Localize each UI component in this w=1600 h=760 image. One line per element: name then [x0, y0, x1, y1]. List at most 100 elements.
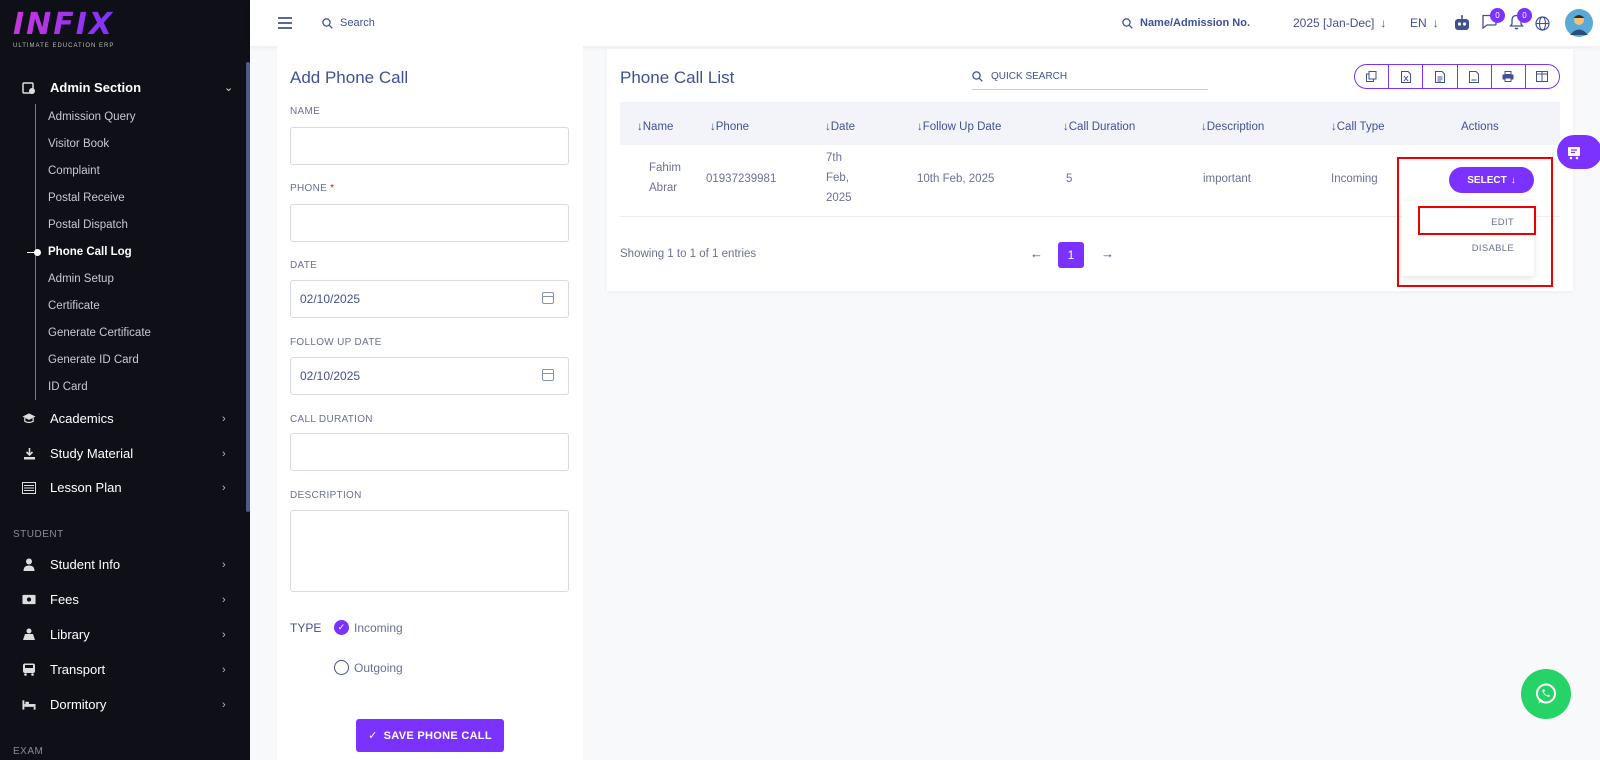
excel-button[interactable] [1389, 65, 1424, 88]
sidebar-item-certificate[interactable]: Certificate [48, 300, 100, 312]
logo[interactable]: INFIX ULTIMATE EDUCATION ERP [13, 7, 115, 50]
page-button-current[interactable]: 1 [1058, 242, 1084, 268]
column-header-phone[interactable]: ↓Phone [710, 121, 749, 133]
sidebar-item-transport[interactable]: Transport › [22, 662, 226, 677]
pdf-button[interactable] [1458, 65, 1492, 88]
sidebar-item-library[interactable]: Library › [22, 627, 226, 642]
required-mark: * [330, 183, 335, 194]
column-header-call-type[interactable]: ↓Call Type [1331, 121, 1384, 133]
language-select[interactable]: EN ↓ [1410, 0, 1439, 46]
arrow-down-icon: ↓ [1432, 16, 1439, 30]
type-incoming-radio[interactable]: ✓ [334, 620, 349, 635]
sidebar: INFIX ULTIMATE EDUCATION ERP Admin Secti… [0, 0, 250, 760]
cell-description: important [1203, 173, 1251, 185]
sidebar-item-admin-setup[interactable]: Admin Setup [48, 273, 114, 285]
chevron-right-icon: › [222, 698, 226, 711]
global-search[interactable]: Search [322, 0, 375, 46]
chat-button[interactable]: 0 [1481, 0, 1505, 46]
chevron-right-icon: › [222, 663, 226, 676]
hamburger-menu-button[interactable] [278, 0, 292, 46]
sidebar-item-label: Admin Section [50, 80, 142, 95]
sidebar-item-lesson-plan[interactable]: Lesson Plan › [22, 480, 226, 495]
column-header-description[interactable]: ↓Description [1201, 121, 1264, 133]
sidebar-item-dormitory[interactable]: Dormitory › [22, 697, 226, 712]
sidebar-item-complaint[interactable]: Complaint [48, 165, 100, 177]
column-header-call-duration[interactable]: ↓Call Duration [1063, 121, 1135, 133]
type-incoming-label[interactable]: Incoming [354, 621, 403, 635]
name-input[interactable] [290, 127, 569, 165]
export-button-group [1354, 64, 1560, 89]
sidebar-item-label: Study Material [50, 446, 134, 461]
phone-input[interactable] [290, 204, 569, 242]
sidebar-item-generate-id-card[interactable]: Generate ID Card [48, 354, 139, 366]
quick-search-input[interactable]: QUICK SEARCH [972, 64, 1208, 90]
cell-phone: 01937239981 [706, 173, 777, 185]
floating-cart-button[interactable] [1557, 135, 1600, 169]
chevron-right-icon: › [222, 593, 226, 606]
sidebar-item-admin-section[interactable]: Admin Section ⌄ [22, 80, 233, 95]
columns-button[interactable] [1526, 65, 1559, 88]
excel-icon [1400, 70, 1411, 83]
avatar[interactable] [1565, 0, 1593, 46]
list-icon [22, 481, 36, 495]
column-header-name[interactable]: ↓Name [637, 121, 673, 133]
arrow-down-icon: ↓ [1510, 174, 1516, 186]
dropdown-item-disable[interactable]: DISABLE [1472, 243, 1514, 254]
chevron-right-icon: › [222, 481, 226, 494]
chevron-right-icon: › [222, 412, 226, 425]
search-icon [1122, 17, 1133, 29]
column-header-date[interactable]: ↓Date [825, 121, 855, 133]
csv-button[interactable] [1423, 65, 1458, 88]
copy-icon [1366, 71, 1377, 82]
sidebar-item-student-info[interactable]: Student Info › [22, 557, 226, 572]
calendar-icon[interactable] [542, 292, 554, 304]
sidebar-item-fees[interactable]: Fees › [22, 592, 226, 607]
notification-button[interactable]: 0 [1509, 0, 1532, 46]
prev-page-button[interactable]: ← [1030, 246, 1043, 261]
hamburger-icon [278, 17, 292, 29]
student-search[interactable]: Name/Admission No. [1122, 0, 1250, 46]
robot-button[interactable] [1453, 0, 1471, 46]
type-label: TYPE [290, 621, 322, 635]
chevron-right-icon: › [222, 628, 226, 641]
call-duration-input[interactable] [290, 433, 569, 471]
cell-follow-up-date: 10th Feb, 2025 [917, 173, 995, 185]
date-input[interactable]: 02/10/2025 [290, 280, 569, 318]
sidebar-item-study-material[interactable]: Study Material › [22, 446, 226, 461]
logo-text: INFIX [13, 7, 115, 42]
globe-button[interactable] [1535, 0, 1550, 46]
type-outgoing-label[interactable]: Outgoing [354, 661, 403, 675]
save-phone-call-button[interactable]: ✓ SAVE PHONE CALL [356, 719, 504, 752]
library-icon [22, 628, 36, 642]
sidebar-item-admission-query[interactable]: Admission Query [48, 111, 136, 123]
whatsapp-button[interactable] [1521, 669, 1571, 719]
sidebar-item-id-card[interactable]: ID Card [48, 381, 88, 393]
sidebar-item-label: Transport [50, 662, 106, 677]
calendar-icon[interactable] [542, 369, 554, 381]
session-select[interactable]: 2025 [Jan-Dec] ↓ [1293, 0, 1386, 46]
date-value: 02/10/2025 [300, 292, 361, 306]
type-outgoing-radio[interactable] [334, 660, 349, 675]
sidebar-item-postal-receive[interactable]: Postal Receive [48, 192, 125, 204]
next-page-button[interactable]: → [1101, 246, 1114, 261]
chevron-right-icon: › [222, 447, 226, 460]
sidebar-item-phone-call-log[interactable]: Phone Call Log [48, 246, 132, 258]
print-button[interactable] [1492, 65, 1526, 88]
download-icon [22, 447, 36, 461]
sidebar-item-postal-dispatch[interactable]: Postal Dispatch [48, 219, 128, 231]
sidebar-item-visitor-book[interactable]: Visitor Book [48, 138, 109, 150]
copy-button[interactable] [1355, 65, 1390, 88]
dropdown-item-edit[interactable]: EDIT [1491, 217, 1514, 228]
bed-icon [22, 698, 36, 712]
csv-icon [1434, 70, 1445, 83]
sidebar-item-academics[interactable]: Academics › [22, 411, 226, 426]
follow-up-date-input[interactable]: 02/10/2025 [290, 357, 569, 395]
select-action-button[interactable]: SELECT ↓ [1449, 167, 1534, 193]
sidebar-item-label: Fees [50, 592, 79, 607]
check-icon: ✓ [368, 730, 378, 742]
description-textarea[interactable] [290, 510, 569, 592]
sidebar-item-generate-certificate[interactable]: Generate Certificate [48, 327, 151, 339]
column-header-follow-up-date[interactable]: ↓Follow Up Date [917, 121, 1001, 133]
sidebar-scrollbar[interactable] [246, 62, 250, 512]
select-action-label: SELECT [1467, 174, 1507, 186]
